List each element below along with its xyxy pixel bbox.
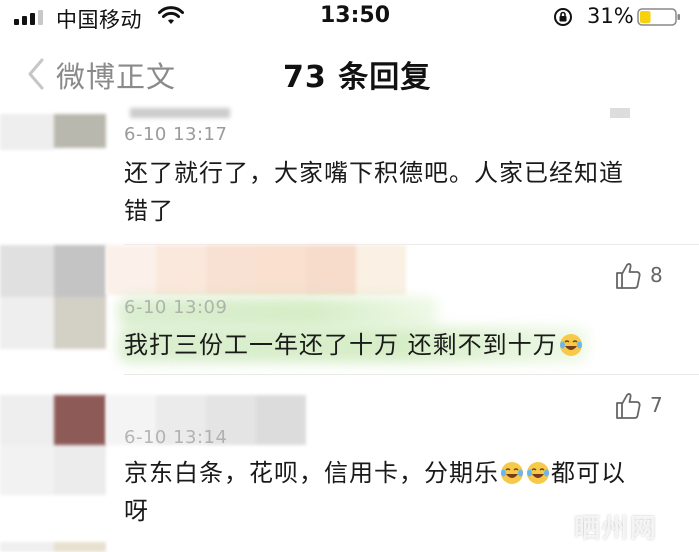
laugh-cry-emoji-icon bbox=[559, 334, 582, 356]
weibo-reply-page: 中国移动 13:50 31% 微博正文 73 条回复 6-10 13:17 还了… bbox=[0, 0, 699, 552]
comment-item[interactable]: 6-10 13:17 还了就行了，大家嘴下积德吧。人家已经知道 错了 bbox=[0, 108, 699, 244]
comment-time: 6-10 13:17 bbox=[124, 124, 228, 145]
avatar[interactable] bbox=[0, 542, 106, 552]
thumbs-up-icon[interactable] bbox=[614, 391, 642, 421]
like-count: 8 bbox=[650, 263, 663, 287]
comment-time: 6-10 13:14 bbox=[124, 427, 228, 448]
comment-text: 我打三份工一年还了十万 还剩不到十万 bbox=[124, 326, 584, 364]
laugh-cry-emoji-icon bbox=[501, 462, 523, 484]
back-chevron-icon[interactable] bbox=[24, 56, 48, 92]
battery-icon bbox=[637, 8, 680, 26]
signal-strength-icon bbox=[14, 9, 50, 25]
watermark-text: 晒州网 bbox=[574, 514, 659, 544]
username[interactable] bbox=[130, 108, 230, 118]
comment-text: 还了就行了，大家嘴下积德吧。人家已经知道 错了 bbox=[124, 159, 624, 225]
avatar[interactable] bbox=[0, 375, 106, 535]
avatar[interactable] bbox=[0, 245, 106, 375]
laugh-cry-emoji-icon bbox=[527, 462, 549, 484]
page-title: 73 条回复 bbox=[283, 60, 432, 95]
like-icon[interactable] bbox=[610, 108, 630, 118]
navigation-bar: 微博正文 73 条回复 bbox=[0, 34, 699, 114]
wifi-icon bbox=[158, 6, 184, 24]
carrier-name: 中国移动 bbox=[56, 8, 142, 32]
comment-text: 京东白条，花呗，信用卡，分期乐 都可以 呀 bbox=[124, 459, 626, 525]
thumbs-up-icon[interactable] bbox=[614, 261, 642, 291]
status-time: 13:50 bbox=[320, 3, 391, 28]
battery-percent: 31% bbox=[587, 4, 634, 28]
orientation-lock-icon bbox=[554, 8, 572, 26]
avatar[interactable] bbox=[0, 114, 106, 150]
back-button[interactable]: 微博正文 bbox=[56, 54, 176, 96]
username[interactable] bbox=[106, 245, 406, 295]
like-count: 7 bbox=[650, 393, 663, 417]
status-bar: 中国移动 13:50 31% bbox=[0, 0, 699, 34]
comment-item[interactable]: 8 6-10 13:09 我打三份工一年还了十万 还剩不到十万 bbox=[0, 245, 699, 375]
comment-time: 6-10 13:09 bbox=[124, 297, 228, 318]
